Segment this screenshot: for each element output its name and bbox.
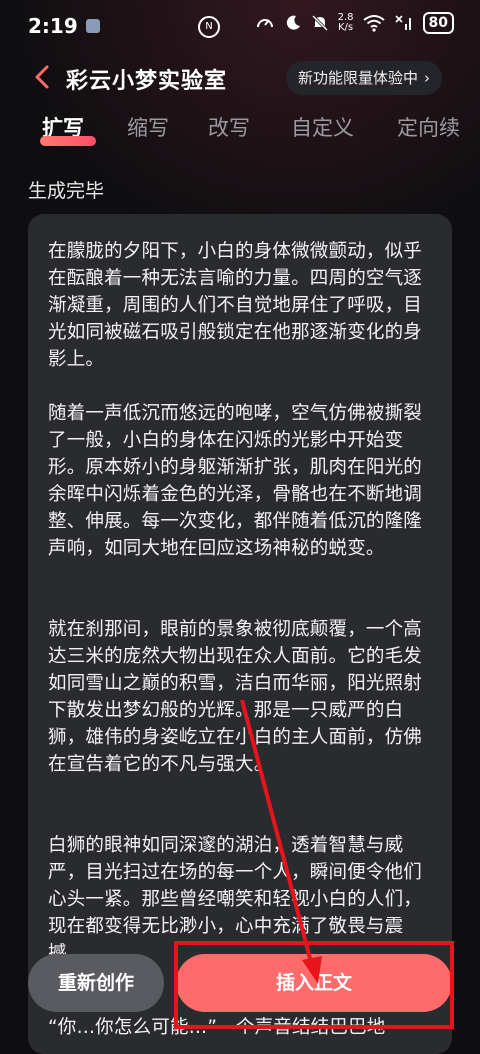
generated-text-card[interactable]: 在朦胧的夕阳下，小白的身体微微颤动，似乎在酝酿着一种无法言喻的力量。四周的空气逐… <box>28 214 452 1054</box>
paragraph-1: 在朦胧的夕阳下，小白的身体微微颤动，似乎在酝酿着一种无法言喻的力量。四周的空气逐… <box>48 241 423 370</box>
regenerate-button[interactable]: 重新创作 <box>28 954 164 1012</box>
battery-indicator: 80 <box>422 12 454 34</box>
tab-bar: 扩写 缩写 改写 自定义 定向续 <box>0 108 480 154</box>
app-header: 彩云小梦实验室 新功能限量体验中 › <box>0 54 480 102</box>
status-time: 2:19 <box>28 14 78 38</box>
network-speed: 2.8 K/s <box>338 13 354 33</box>
status-bar: 2:19 N 2.8 K/s 80 <box>0 0 480 52</box>
moon-icon <box>286 15 300 30</box>
tab-rewrite[interactable]: 改写 <box>208 112 250 142</box>
wifi-icon <box>362 15 385 32</box>
network-speed-unit: K/s <box>337 22 354 33</box>
tab-custom[interactable]: 自定义 <box>291 112 354 142</box>
signal-off-icon <box>394 15 411 30</box>
notification-app-icon <box>86 19 100 33</box>
page-title: 彩云小梦实验室 <box>66 69 228 94</box>
status-icons: 2.8 K/s 80 <box>255 12 454 34</box>
paragraph-3: 就在刹那间，眼前的景象被彻底颠覆，一个高达三米的庞然大物出现在众人面前。它的毛发… <box>48 619 423 775</box>
paragraph-2: 随着一声低沉而悠远的咆哮，空气仿佛被撕裂了一般，小白的身体在闪烁的光影中开始变形… <box>48 403 423 559</box>
active-tab-indicator <box>40 136 96 146</box>
nfc-icon: N <box>198 16 220 38</box>
tab-condense[interactable]: 缩写 <box>127 112 169 142</box>
promo-label: 新功能限量体验中 <box>298 69 419 87</box>
promo-new-feature-button[interactable]: 新功能限量体验中 › <box>286 61 443 95</box>
tab-directed-continue[interactable]: 定向续 <box>397 112 460 142</box>
mute-icon <box>311 14 328 32</box>
annotation-highlight-box <box>174 941 454 1029</box>
chevron-right-icon: › <box>424 69 431 87</box>
back-arrow-icon[interactable] <box>30 64 56 90</box>
generation-status: 生成完毕 <box>28 180 105 202</box>
gauge-icon <box>256 19 273 28</box>
